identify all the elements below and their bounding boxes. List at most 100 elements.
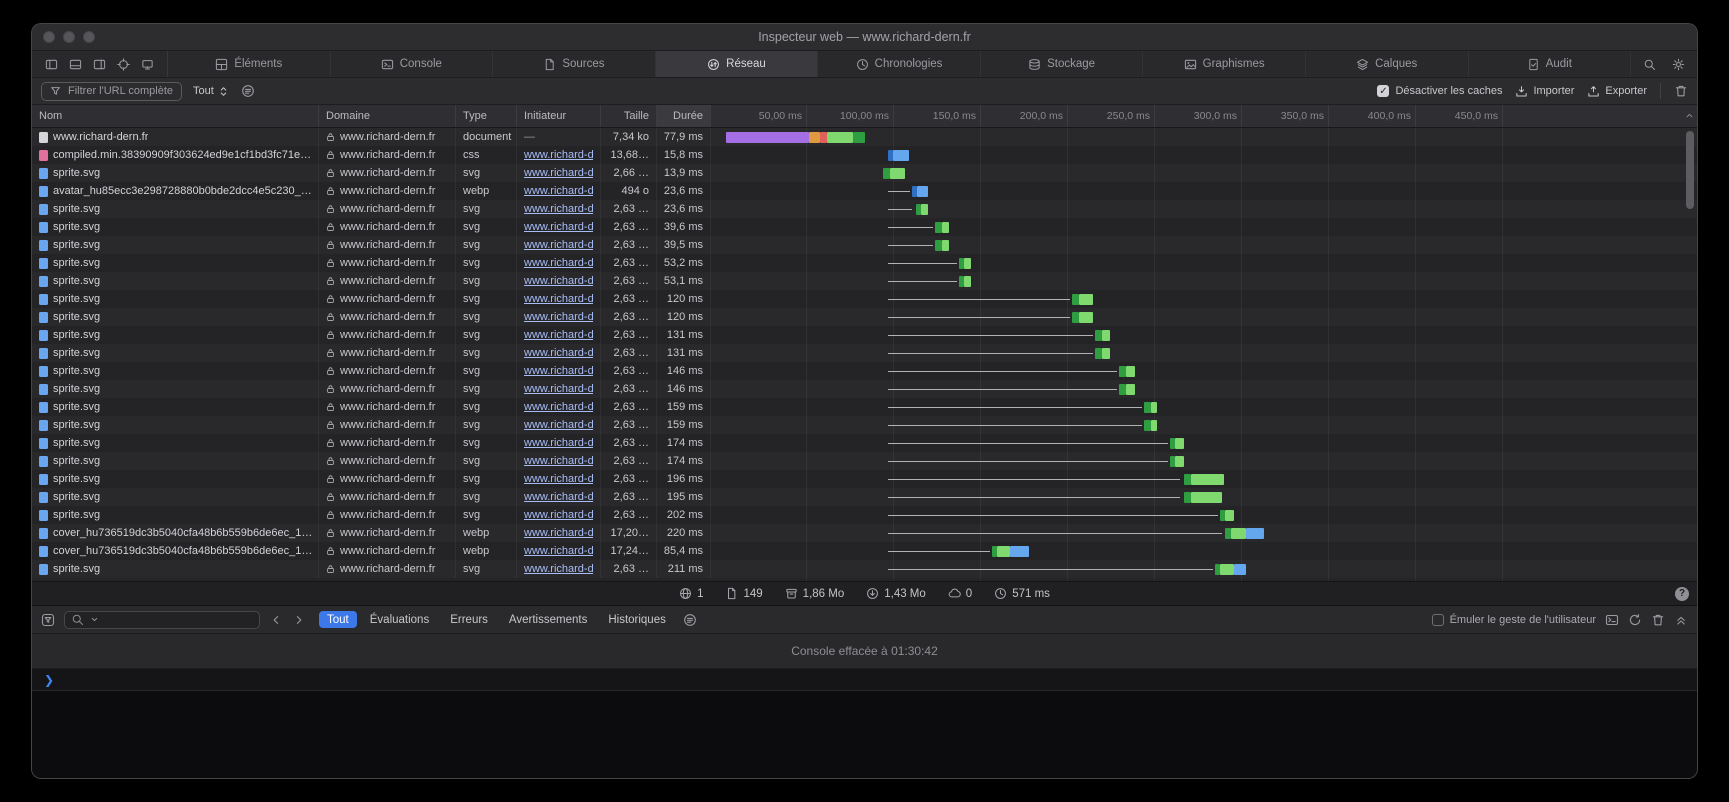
reload-icon[interactable] xyxy=(1628,613,1642,627)
column-header-taille[interactable]: Taille xyxy=(601,105,657,127)
column-header-duree[interactable]: Durée xyxy=(657,105,711,127)
initiator-link[interactable]: www.richard-d… xyxy=(524,329,593,341)
tab-sources[interactable]: Sources xyxy=(493,51,656,77)
table-row[interactable]: sprite.svgwww.richard-dern.frsvgwww.rich… xyxy=(32,200,1697,218)
initiator-link[interactable]: www.richard-d… xyxy=(524,203,593,215)
emulate-user-gesture-control[interactable]: Émuler le geste de l'utilisateur xyxy=(1432,614,1596,626)
search-options-caret-icon[interactable] xyxy=(88,613,101,626)
history-back-icon[interactable] xyxy=(269,613,283,627)
initiator-link[interactable]: www.richard-d… xyxy=(524,527,593,539)
initiator-link[interactable]: www.richard-d… xyxy=(524,149,593,161)
scroll-up-icon[interactable] xyxy=(1683,109,1696,122)
initiator-link[interactable]: www.richard-d… xyxy=(524,257,593,269)
tab-layers[interactable]: Calques xyxy=(1306,51,1469,77)
table-row[interactable]: sprite.svgwww.richard-dern.frsvgwww.rich… xyxy=(32,416,1697,434)
tab-elements[interactable]: Éléments xyxy=(168,51,331,77)
column-header-domaine[interactable]: Domaine xyxy=(319,105,456,127)
column-header-nom[interactable]: Nom xyxy=(32,105,319,127)
table-row[interactable]: avatar_hu85ecc3e298728880b0bde2dcc4e5c23… xyxy=(32,182,1697,200)
initiator-link[interactable]: www.richard-d… xyxy=(524,239,593,251)
tab-graphics[interactable]: Graphismes xyxy=(1143,51,1306,77)
minimize-button[interactable] xyxy=(63,31,75,43)
table-row[interactable]: cover_hu736519dc3b5040cfa48b6b559b6de6ec… xyxy=(32,542,1697,560)
table-row[interactable]: sprite.svgwww.richard-dern.frsvgwww.rich… xyxy=(32,308,1697,326)
tab-storage[interactable]: Stockage xyxy=(981,51,1144,77)
table-row[interactable]: sprite.svgwww.richard-dern.frsvgwww.rich… xyxy=(32,326,1697,344)
table-row[interactable]: compiled.min.38390909f303624ed9e1cf1bd3f… xyxy=(32,146,1697,164)
initiator-link[interactable]: www.richard-d… xyxy=(524,509,593,521)
table-row[interactable]: sprite.svgwww.richard-dern.frsvgwww.rich… xyxy=(32,506,1697,524)
table-row[interactable]: sprite.svgwww.richard-dern.frsvgwww.rich… xyxy=(32,254,1697,272)
table-row[interactable]: sprite.svgwww.richard-dern.frsvgwww.rich… xyxy=(32,560,1697,578)
disable-caches-control[interactable]: ✓ Désactiver les caches xyxy=(1377,85,1502,97)
initiator-link[interactable]: www.richard-d… xyxy=(524,275,593,287)
table-row[interactable]: cover_hu736519dc3b5040cfa48b6b559b6de6ec… xyxy=(32,524,1697,542)
clear-network-icon[interactable] xyxy=(1674,84,1688,98)
console-scope-0[interactable]: Tout xyxy=(319,611,357,628)
initiator-link[interactable]: www.richard-d… xyxy=(524,185,593,197)
table-row[interactable]: sprite.svgwww.richard-dern.frsvgwww.rich… xyxy=(32,290,1697,308)
tab-network[interactable]: Réseau xyxy=(656,51,819,77)
table-row[interactable]: sprite.svgwww.richard-dern.frsvgwww.rich… xyxy=(32,164,1697,182)
other-filters-icon[interactable] xyxy=(241,84,255,98)
import-button[interactable]: Importer xyxy=(1515,85,1574,98)
help-icon[interactable]: ? xyxy=(1675,587,1689,601)
tab-console[interactable]: Console xyxy=(331,51,494,77)
console-filter-icon[interactable] xyxy=(41,613,55,627)
console-empty-area[interactable] xyxy=(32,691,1697,778)
table-row[interactable]: sprite.svgwww.richard-dern.frsvgwww.rich… xyxy=(32,362,1697,380)
settings-icon[interactable] xyxy=(1672,58,1685,71)
history-forward-icon[interactable] xyxy=(292,613,306,627)
column-header-initiateur[interactable]: Initiateur xyxy=(517,105,601,127)
initiator-link[interactable]: www.richard-d… xyxy=(524,473,593,485)
initiator-link[interactable]: www.richard-d… xyxy=(524,437,593,449)
console-scope-4[interactable]: Historiques xyxy=(600,611,674,628)
initiator-link[interactable]: www.richard-d… xyxy=(524,401,593,413)
console-prompt-row[interactable]: ❯ xyxy=(32,669,1697,691)
initiator-link[interactable]: www.richard-d… xyxy=(524,365,593,377)
table-row[interactable]: sprite.svgwww.richard-dern.frsvgwww.rich… xyxy=(32,434,1697,452)
initiator-link[interactable]: www.richard-d… xyxy=(524,383,593,395)
message-sources-icon[interactable] xyxy=(683,613,697,627)
console-search[interactable] xyxy=(64,611,260,629)
table-row[interactable]: sprite.svgwww.richard-dern.frsvgwww.rich… xyxy=(32,452,1697,470)
tab-audit[interactable]: Audit xyxy=(1469,51,1632,77)
tab-timelines[interactable]: Chronologies xyxy=(818,51,981,77)
export-button[interactable]: Exporter xyxy=(1587,85,1647,98)
table-row[interactable]: sprite.svgwww.richard-dern.frsvgwww.rich… xyxy=(32,272,1697,290)
table-row[interactable]: sprite.svgwww.richard-dern.frsvgwww.rich… xyxy=(32,398,1697,416)
console-scope-3[interactable]: Avertissements xyxy=(501,611,595,628)
table-row[interactable]: sprite.svgwww.richard-dern.frsvgwww.rich… xyxy=(32,218,1697,236)
dock-bottom-icon[interactable] xyxy=(69,58,82,71)
table-row[interactable]: sprite.svgwww.richard-dern.frsvgwww.rich… xyxy=(32,380,1697,398)
initiator-link[interactable]: www.richard-d… xyxy=(524,221,593,233)
emulate-checkbox[interactable] xyxy=(1432,614,1444,626)
collapse-console-icon[interactable] xyxy=(1674,613,1688,627)
table-row[interactable]: www.richard-dern.frwww.richard-dern.frdo… xyxy=(32,128,1697,146)
initiator-link[interactable]: www.richard-d… xyxy=(524,455,593,467)
console-search-input[interactable] xyxy=(105,614,245,626)
initiator-link[interactable]: www.richard-d… xyxy=(524,491,593,503)
initiator-link[interactable]: www.richard-d… xyxy=(524,419,593,431)
table-row[interactable]: sprite.svgwww.richard-dern.frsvgwww.rich… xyxy=(32,488,1697,506)
dock-left-icon[interactable] xyxy=(45,58,58,71)
url-filter-field[interactable]: Filtrer l'URL complète xyxy=(41,82,182,101)
device-icon[interactable] xyxy=(141,58,154,71)
table-row[interactable]: sprite.svgwww.richard-dern.frsvgwww.rich… xyxy=(32,236,1697,254)
initiator-link[interactable]: www.richard-d… xyxy=(524,347,593,359)
initiator-link[interactable]: www.richard-d… xyxy=(524,563,593,575)
initiator-link[interactable]: www.richard-d… xyxy=(524,167,593,179)
clear-console-icon[interactable] xyxy=(1651,613,1665,627)
scrollbar-thumb[interactable] xyxy=(1686,131,1694,209)
table-row[interactable]: sprite.svgwww.richard-dern.frsvgwww.rich… xyxy=(32,470,1697,488)
initiator-link[interactable]: www.richard-d… xyxy=(524,293,593,305)
table-row[interactable]: sprite.svgwww.richard-dern.frsvgwww.rich… xyxy=(32,344,1697,362)
element-picker-icon[interactable] xyxy=(117,58,130,71)
resource-type-select[interactable]: Tout xyxy=(193,85,230,98)
search-icon[interactable] xyxy=(1643,58,1656,71)
initiator-link[interactable]: www.richard-d… xyxy=(524,311,593,323)
initiator-link[interactable]: www.richard-d… xyxy=(524,545,593,557)
dock-right-icon[interactable] xyxy=(93,58,106,71)
console-scope-2[interactable]: Erreurs xyxy=(442,611,496,628)
console-pane-icon[interactable] xyxy=(1605,613,1619,627)
